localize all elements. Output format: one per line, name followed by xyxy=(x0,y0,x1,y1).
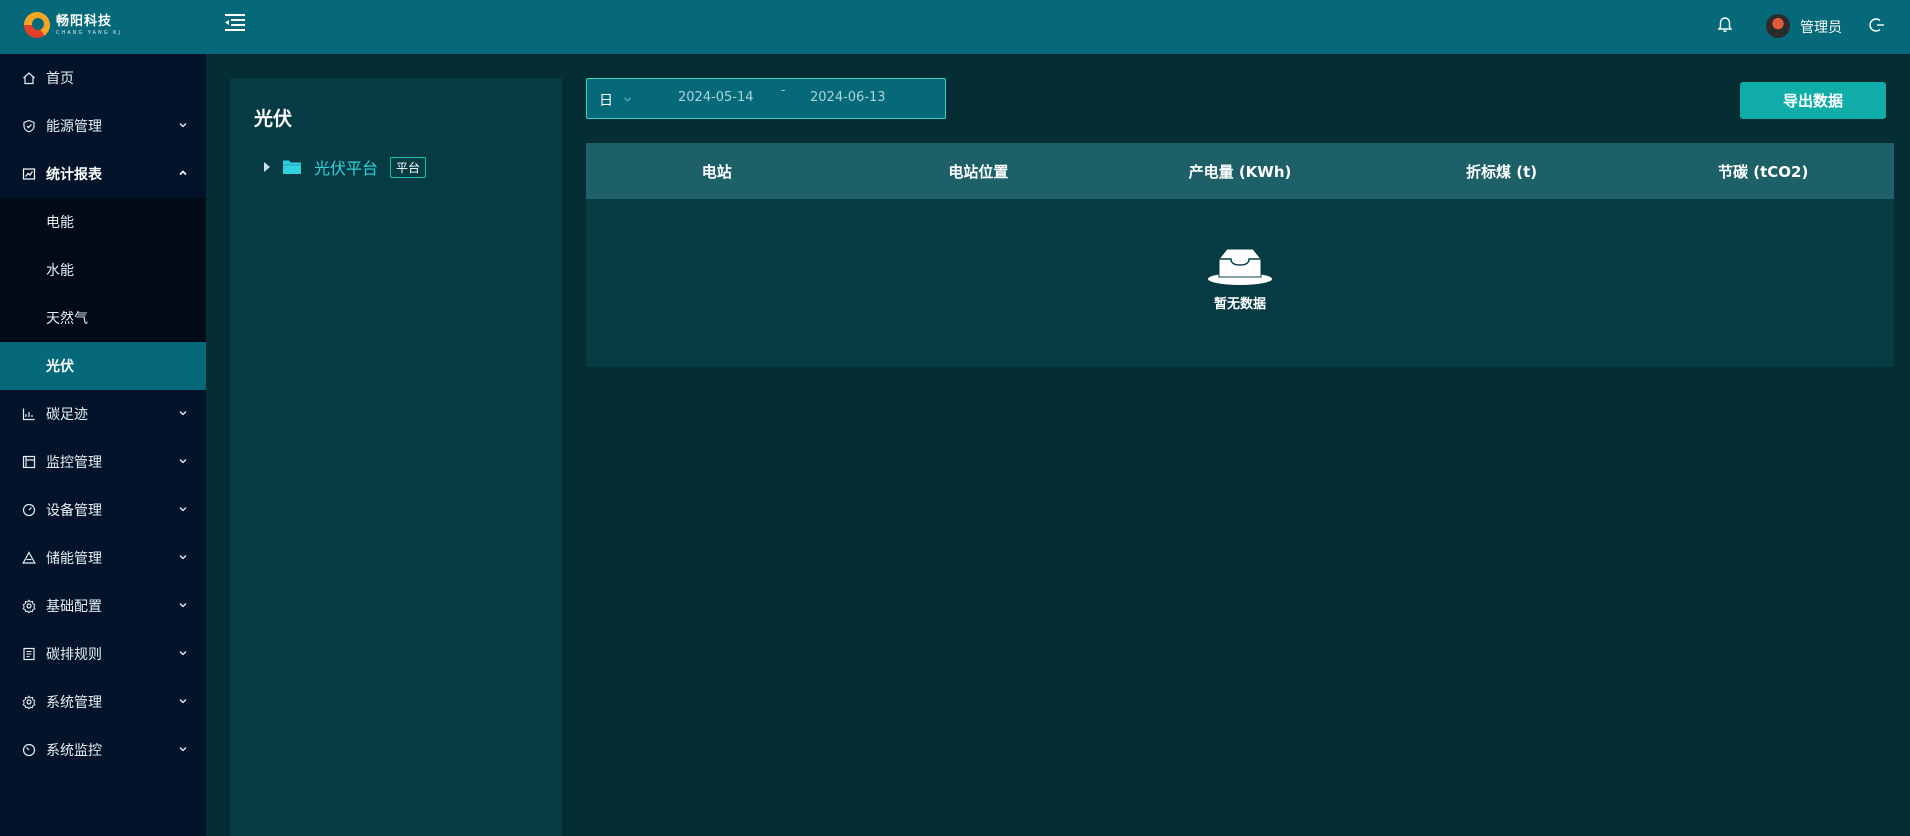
sidebar-subitem-photovoltaic[interactable]: 光伏 xyxy=(0,342,206,390)
sidebar-item-label: 能源管理 xyxy=(46,119,102,135)
chart-icon xyxy=(22,168,36,180)
dashboard-icon xyxy=(22,743,36,757)
top-header: 畅阳科技 CHANG YANG KJ 管理员 xyxy=(0,0,1910,54)
brand-name-en: CHANG YANG KJ xyxy=(56,29,122,36)
sidebar-item-label: 设备管理 xyxy=(46,503,102,519)
chevron-down-icon xyxy=(179,507,187,512)
end-date-input[interactable]: 2024-06-13 xyxy=(810,90,886,105)
sidebar-item-label: 碳排规则 xyxy=(46,647,102,663)
bar-chart-icon xyxy=(22,408,35,421)
empty-state: 暂无数据 xyxy=(586,243,1894,312)
sidebar-subitem-water[interactable]: 水能 xyxy=(0,246,206,294)
caret-right-icon[interactable] xyxy=(264,162,270,172)
settings-icon xyxy=(22,599,36,613)
chevron-down-icon xyxy=(179,747,187,752)
tree-node-label[interactable]: 光伏平台 xyxy=(314,155,378,179)
column-header-carbon-saving: 节碳 (tCO2) xyxy=(1718,162,1809,181)
sidebar-item-system-management[interactable]: 系统管理 xyxy=(0,678,206,726)
sidebar-item-carbon-footprint[interactable]: 碳足迹 xyxy=(0,390,206,438)
chevron-up-icon xyxy=(179,170,187,176)
chevron-down-icon xyxy=(179,459,187,464)
brand-name: 畅阳科技 xyxy=(56,13,113,29)
sidebar-item-label: 监控管理 xyxy=(46,455,102,471)
sidebar-item-storage[interactable]: 储能管理 xyxy=(0,534,206,582)
brand-logo[interactable]: 畅阳科技 CHANG YANG KJ xyxy=(24,12,122,38)
chevron-down-icon xyxy=(179,123,187,128)
sidebar-item-label: 储能管理 xyxy=(46,551,102,567)
data-table: 电站 电站位置 产电量 (KWh) 折标煤 (t) 节碳 (tCO2) 暂无数据 xyxy=(586,143,1894,367)
sidebar-item-label: 系统监控 xyxy=(46,743,102,759)
export-data-button[interactable]: 导出数据 xyxy=(1740,82,1886,119)
start-date-input[interactable]: 2024-05-14 xyxy=(678,90,754,105)
notification-bell-icon[interactable] xyxy=(1716,16,1734,34)
logout-icon[interactable] xyxy=(1868,16,1886,34)
chevron-down-icon xyxy=(179,699,187,704)
column-header-generation: 产电量 (KWh) xyxy=(1188,162,1292,181)
column-header-location: 电站位置 xyxy=(948,162,1009,181)
sidebar-item-carbon-rules[interactable]: 碳排规则 xyxy=(0,630,206,678)
sidebar-item-home[interactable]: 首页 xyxy=(0,54,206,102)
sidebar-item-label: 系统管理 xyxy=(46,695,102,711)
reports-submenu: 电能 水能 天然气 光伏 xyxy=(0,198,206,390)
chevron-down-icon xyxy=(179,555,187,560)
sidebar-item-reports[interactable]: 统计报表 xyxy=(0,150,206,198)
menu-collapse-icon[interactable] xyxy=(223,12,247,34)
sidebar-subitem-electricity[interactable]: 电能 xyxy=(0,198,206,246)
sidebar-item-devices[interactable]: 设备管理 xyxy=(0,486,206,534)
username[interactable]: 管理员 xyxy=(1800,17,1842,37)
document-icon xyxy=(23,647,35,661)
sidebar: 首页 能源管理 统计报表 电能 水能 天然气 光伏 碳足迹 监控管理 设备管理 … xyxy=(0,54,206,836)
column-header-station: 电站 xyxy=(701,162,732,181)
sidebar-item-monitoring[interactable]: 监控管理 xyxy=(0,438,206,486)
empty-inbox-icon xyxy=(1208,248,1272,285)
sidebar-item-energy[interactable]: 能源管理 xyxy=(0,102,206,150)
monitor-icon xyxy=(22,455,36,469)
shield-icon xyxy=(23,119,35,133)
sidebar-item-label: 基础配置 xyxy=(46,599,102,615)
column-header-coal-equivalent: 折标煤 (t) xyxy=(1466,162,1538,181)
station-tree-panel: 光伏 光伏平台 平台 xyxy=(230,78,562,836)
chevron-down-icon xyxy=(179,411,187,416)
tree-node-pv-platform[interactable]: 光伏平台 平台 xyxy=(264,155,427,179)
avatar[interactable] xyxy=(1766,14,1790,38)
range-type-select[interactable]: 日 xyxy=(599,90,613,110)
table-header: 电站 电站位置 产电量 (KWh) 折标煤 (t) 节碳 (tCO2) xyxy=(586,143,1894,199)
sidebar-item-label: 碳足迹 xyxy=(46,407,88,423)
chevron-down-icon xyxy=(179,651,187,656)
sidebar-item-system-monitoring[interactable]: 系统监控 xyxy=(0,726,206,774)
gear-icon xyxy=(22,695,36,709)
date-range-filter[interactable]: 日 2024-05-14 - 2024-06-13 xyxy=(586,78,946,119)
triangle-icon xyxy=(22,551,36,564)
sidebar-item-base-config[interactable]: 基础配置 xyxy=(0,582,206,630)
sidebar-item-label: 统计报表 xyxy=(46,167,102,183)
chevron-down-icon[interactable] xyxy=(623,95,632,104)
folder-icon xyxy=(283,160,301,174)
sidebar-item-label: 首页 xyxy=(46,71,74,87)
date-separator: - xyxy=(781,83,786,97)
gauge-icon xyxy=(22,503,36,517)
tree-node-tag: 平台 xyxy=(390,156,427,178)
sidebar-subitem-gas[interactable]: 天然气 xyxy=(0,294,206,342)
empty-text: 暂无数据 xyxy=(1213,297,1266,312)
logo-mark-icon xyxy=(24,12,50,38)
chevron-down-icon xyxy=(179,603,187,608)
home-icon xyxy=(23,72,35,85)
panel-title: 光伏 xyxy=(254,108,293,130)
